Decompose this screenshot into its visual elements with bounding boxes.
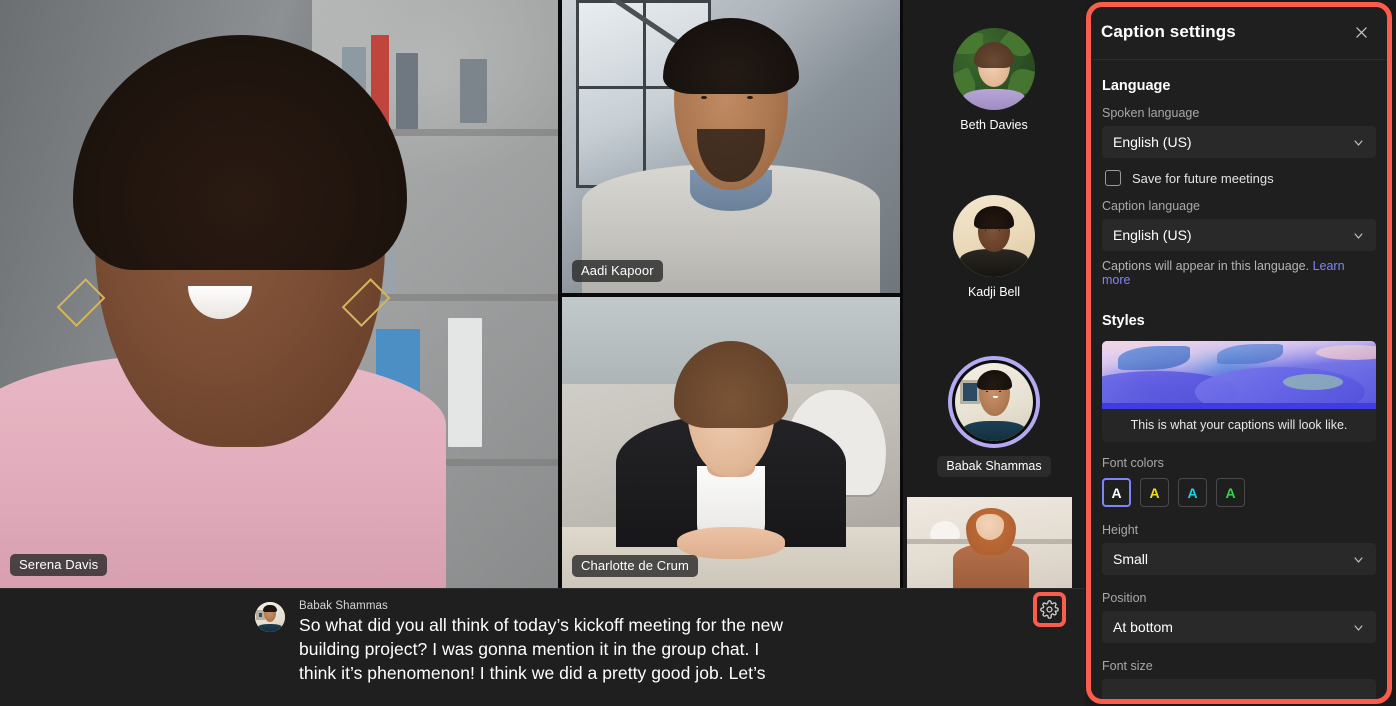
spoken-language-value: English (US) — [1113, 134, 1192, 150]
chevron-down-icon — [1351, 552, 1366, 567]
font-colors-label: Font colors — [1102, 456, 1164, 470]
swatch-glyph: A — [1111, 484, 1122, 501]
caption-line: building project? I was gonna mention it… — [299, 639, 760, 659]
chevron-down-icon — [1351, 620, 1366, 635]
caption-language-value: English (US) — [1113, 227, 1192, 243]
panel-title: Caption settings — [1101, 22, 1236, 41]
avatar — [953, 195, 1035, 277]
close-panel-button[interactable] — [1349, 20, 1373, 44]
chevron-down-icon — [1351, 228, 1366, 243]
filmstrip-participant-beth-davies[interactable]: Beth Davies — [903, 28, 1085, 132]
tile-name-label: Charlotte de Crum — [572, 555, 698, 577]
position-value: At bottom — [1113, 619, 1173, 635]
spoken-language-dropdown[interactable]: English (US) — [1102, 126, 1376, 158]
filmstrip-name-label: Kadji Bell — [967, 285, 1021, 299]
video-grid: Serena Davis Aadi Kapoor Charlotte de Cr… — [0, 0, 1085, 588]
live-captions-bar: Babak Shammas So what did you all think … — [0, 588, 1085, 706]
font-size-dropdown[interactable] — [1102, 679, 1376, 701]
preview-caption-text: This is what your captions will look lik… — [1130, 418, 1348, 432]
font-color-swatches: A A A A — [1102, 478, 1376, 507]
caption-line: think it’s phenomenon! I think we did a … — [299, 663, 766, 683]
caption-speaker-avatar — [255, 602, 285, 632]
panel-header: Caption settings — [1089, 5, 1389, 60]
caption-language-label: Caption language — [1102, 199, 1200, 213]
font-color-swatch-yellow[interactable]: A — [1140, 478, 1169, 507]
filmstrip-participant-babak-shammas[interactable]: Babak Shammas — [903, 356, 1085, 477]
video-tile-serena-davis[interactable]: Serena Davis — [0, 0, 558, 588]
hint-text: Captions will appear in this language. — [1102, 259, 1310, 273]
font-color-swatch-white[interactable]: A — [1102, 478, 1131, 507]
filmstrip-participant-kadji-bell[interactable]: Kadji Bell — [903, 195, 1085, 299]
save-future-meetings-checkbox[interactable] — [1105, 170, 1121, 186]
caption-language-dropdown[interactable]: English (US) — [1102, 219, 1376, 251]
aadi-video-frame — [562, 0, 900, 293]
swatch-glyph: A — [1149, 484, 1160, 501]
position-dropdown[interactable]: At bottom — [1102, 611, 1376, 643]
height-dropdown[interactable]: Small — [1102, 543, 1376, 575]
chevron-down-icon — [1351, 135, 1366, 150]
serena-video-frame — [0, 0, 558, 588]
font-color-swatch-cyan[interactable]: A — [1178, 478, 1207, 507]
video-tile-secondary[interactable] — [907, 497, 1072, 588]
video-tile-charlotte-de-crum[interactable]: Charlotte de Crum — [562, 297, 900, 588]
caption-line: So what did you all think of today’s kic… — [299, 615, 784, 635]
teams-meeting-window: Serena Davis Aadi Kapoor Charlotte de Cr… — [0, 0, 1396, 706]
save-future-meetings-row[interactable]: Save for future meetings — [1105, 170, 1376, 186]
height-label: Height — [1102, 523, 1139, 537]
position-label: Position — [1102, 591, 1147, 605]
charlotte-video-frame — [562, 297, 900, 588]
caption-speaker-name: Babak Shammas — [299, 600, 388, 612]
video-tile-aadi-kapoor[interactable]: Aadi Kapoor — [562, 0, 900, 293]
caption-settings-panel: Caption settings Language Spoken languag… — [1089, 5, 1389, 701]
panel-body: Language Spoken language English (US) Sa… — [1089, 60, 1389, 701]
tile-name-label: Serena Davis — [10, 554, 108, 576]
close-icon — [1355, 26, 1367, 38]
avatar-active-speaker — [948, 356, 1040, 448]
caption-settings-button[interactable] — [1037, 596, 1062, 623]
font-color-swatch-green[interactable]: A — [1216, 478, 1245, 507]
font-size-label: Font size — [1102, 659, 1153, 673]
tile-name-label: Aadi Kapoor — [572, 260, 663, 282]
filmstrip-name-label: Babak Shammas — [937, 456, 1051, 477]
swatch-glyph: A — [1225, 484, 1236, 501]
language-section-title: Language — [1102, 78, 1171, 94]
caption-language-hint: Captions will appear in this language. L… — [1102, 259, 1376, 287]
avatar — [953, 28, 1035, 110]
preview-background-image — [1102, 341, 1376, 409]
height-value: Small — [1113, 551, 1149, 567]
caption-style-preview: This is what your captions will look lik… — [1102, 341, 1376, 442]
save-future-meetings-label: Save for future meetings — [1132, 170, 1274, 186]
filmstrip-name-label: Beth Davies — [960, 118, 1028, 132]
spoken-language-label: Spoken language — [1102, 106, 1200, 120]
gear-icon — [1040, 600, 1059, 619]
swatch-glyph: A — [1187, 484, 1198, 501]
styles-section-title: Styles — [1102, 313, 1145, 329]
